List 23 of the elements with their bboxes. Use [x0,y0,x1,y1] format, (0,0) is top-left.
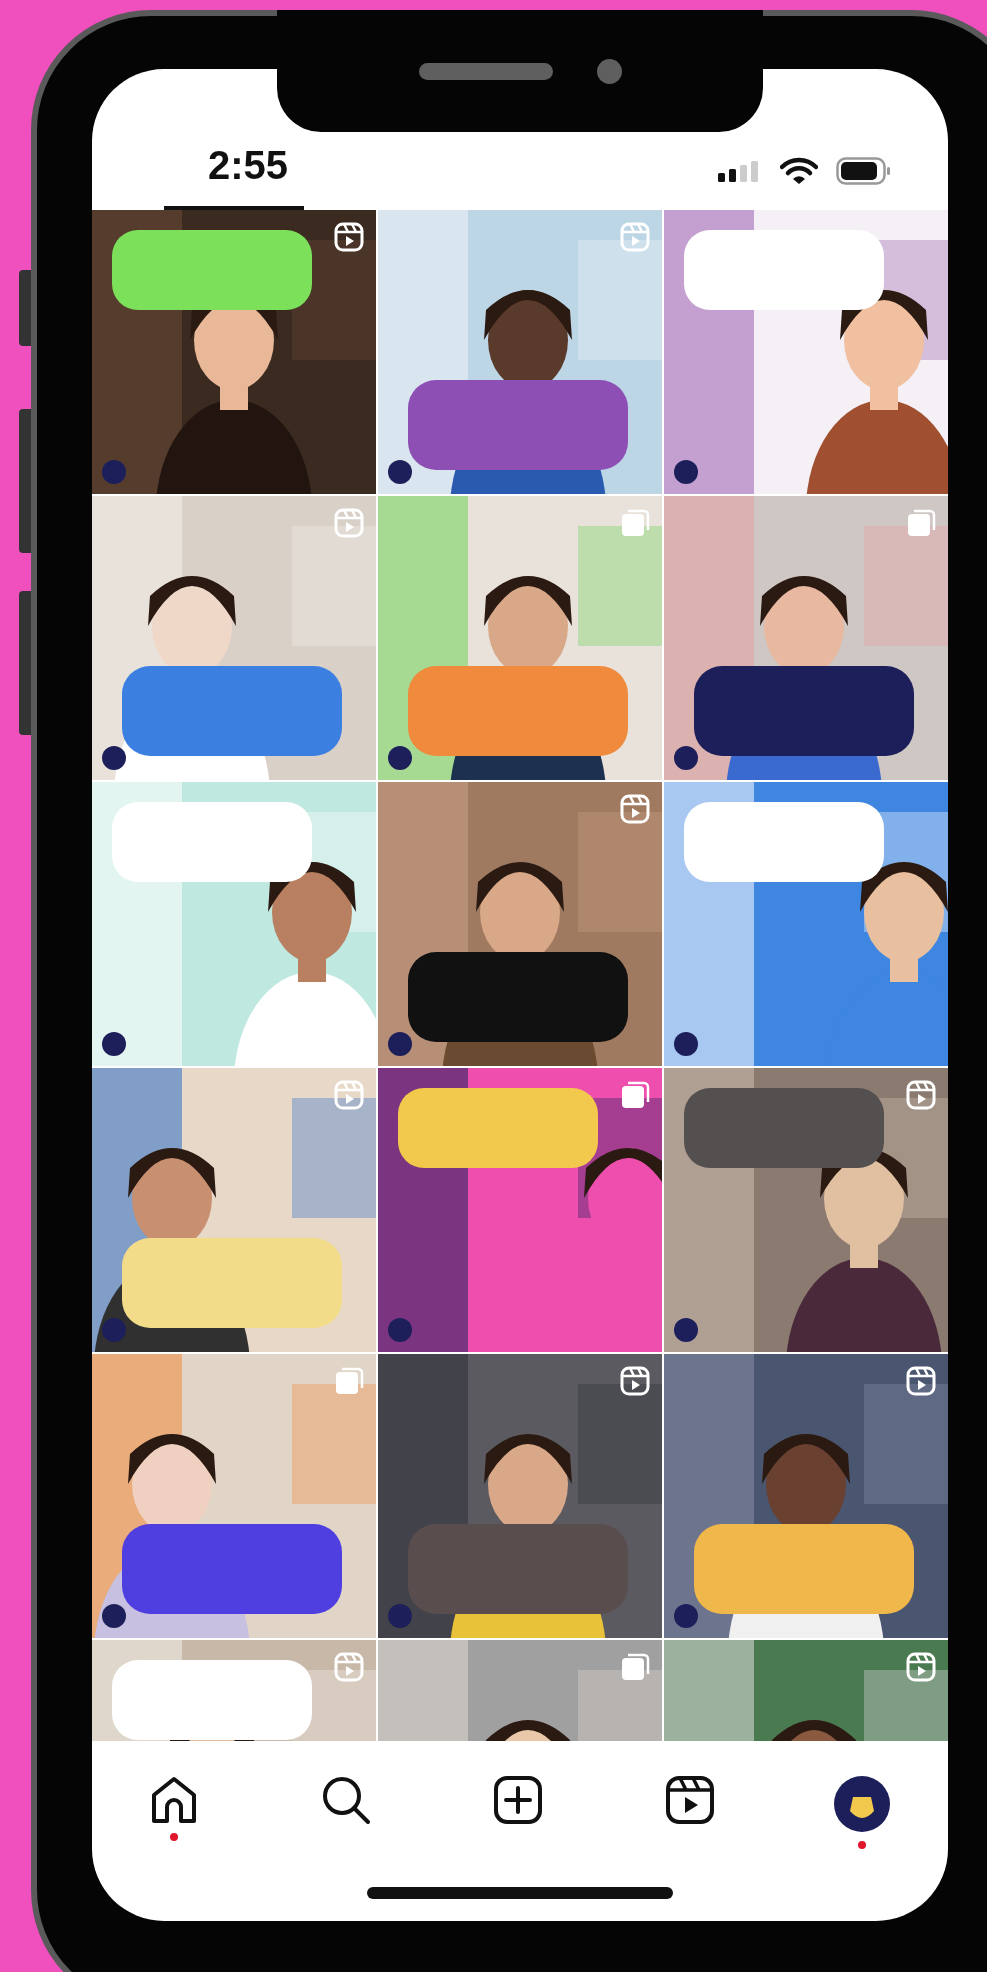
reel-icon [334,1652,364,1682]
reel-icon [906,1652,936,1682]
home-icon[interactable] [149,1775,199,1825]
carousel-icon [906,508,936,538]
reel-icon [334,1080,364,1110]
reel-icon [334,222,364,252]
carousel-icon [620,1652,650,1682]
reel-icon [334,508,364,538]
carousel-icon [620,1080,650,1110]
carousel-icon [334,1366,364,1396]
battery-icon [836,157,892,185]
create-icon[interactable] [493,1775,543,1825]
reel-icon [620,794,650,824]
wifi-icon [780,157,818,185]
reel-icon [620,1366,650,1396]
reel-icon [620,222,650,252]
reels-icon[interactable] [665,1775,715,1825]
reel-icon [906,1080,936,1110]
carousel-icon [620,508,650,538]
profile-avatar[interactable] [833,1775,891,1833]
search-icon[interactable] [321,1775,371,1825]
status-time: 2:55 [208,145,289,189]
reel-icon [906,1366,936,1396]
